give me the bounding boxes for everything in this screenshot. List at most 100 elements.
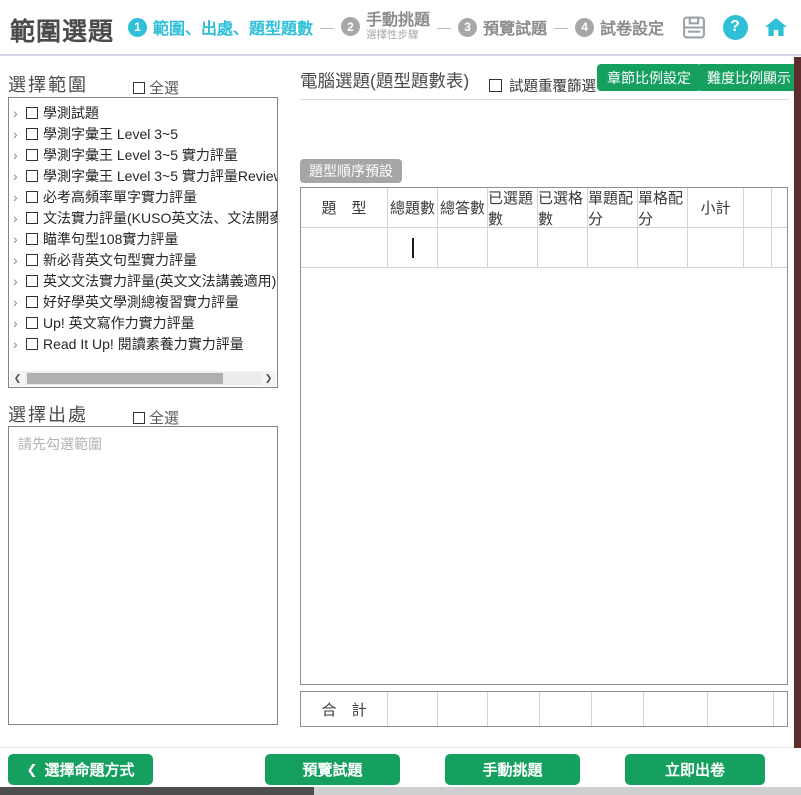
chevron-right-icon[interactable]: › [13, 232, 26, 246]
tree-item-label: 瞄準句型108實力評量 [43, 229, 178, 249]
total-cell [388, 692, 438, 726]
checkbox[interactable] [26, 254, 38, 266]
cell-points-per-blank[interactable] [638, 228, 688, 267]
tree-item[interactable]: › 文法實力評量(KUSO英文法、文法開麥拉 [9, 207, 277, 228]
tree-item[interactable]: › 好好學英文學測總複習實力評量 [9, 291, 277, 312]
chevron-right-icon[interactable]: › [13, 295, 26, 309]
duplicate-filter[interactable]: 試題重覆篩選 [489, 75, 596, 96]
tree-item-label: Up! 英文寫作力實力評量 [43, 313, 195, 333]
total-cell [488, 692, 540, 726]
step-3-label: 預覽試題 [483, 15, 547, 39]
cell-question-type[interactable] [301, 228, 388, 267]
difficulty-ratio-button[interactable]: 難度比例顯示 [697, 64, 801, 91]
range-section-title: 選擇範圍 [8, 71, 88, 97]
source-list[interactable]: 請先勾選範圍 [8, 426, 278, 725]
tree-item[interactable]: › 新必背英文句型實力評量 [9, 249, 277, 270]
tree-item[interactable]: › Read It Up! 閱讀素養力實力評量 [9, 333, 277, 354]
checkbox[interactable] [26, 212, 38, 224]
source-select-all[interactable]: 全選 [133, 407, 179, 428]
chevron-right-icon[interactable]: › [13, 106, 26, 120]
horizontal-scrollbar[interactable]: ❮ ❯ [10, 371, 276, 386]
checkbox[interactable] [26, 275, 38, 287]
source-placeholder: 請先勾選範圍 [18, 434, 268, 454]
chevron-right-icon[interactable]: › [13, 316, 26, 330]
checkbox[interactable] [26, 191, 38, 203]
step-separator: — [554, 19, 568, 35]
range-select-all[interactable]: 全選 [133, 77, 179, 98]
chevron-right-icon[interactable]: › [13, 169, 26, 183]
tree-item[interactable]: › 瞄準句型108實力評量 [9, 228, 277, 249]
tree-item[interactable]: › 學測字彙王 Level 3~5 實力評量Review [9, 165, 277, 186]
scroll-right-icon[interactable]: ❯ [261, 373, 276, 384]
cell-empty [772, 228, 787, 267]
question-order-default-button[interactable]: 題型順序預設 [300, 159, 402, 183]
source-select-all-checkbox[interactable] [133, 412, 145, 424]
total-cell [644, 692, 708, 726]
help-icon[interactable]: ? [722, 14, 748, 40]
header-icons: ? [681, 14, 789, 40]
chevron-right-icon[interactable]: › [13, 337, 26, 351]
cell-selected-questions[interactable] [488, 228, 538, 267]
checkbox[interactable] [26, 233, 38, 245]
tree-item[interactable]: › 學測字彙王 Level 3~5 [9, 123, 277, 144]
col-header-total-questions: 總題數 [388, 188, 438, 227]
cell-total-answers[interactable] [438, 228, 488, 267]
step-2-manual-pick[interactable]: 2 手動挑題 選擇性步驟 [341, 12, 430, 41]
checkbox[interactable] [26, 296, 38, 308]
total-cell [708, 692, 774, 726]
checkbox[interactable] [26, 107, 38, 119]
step-1-number: 1 [128, 18, 147, 37]
step-1-range[interactable]: 1 範圍、出處、題型題數 [128, 15, 313, 39]
tree-item[interactable]: › 學測試題 [9, 102, 277, 123]
total-row: 合 計 [300, 691, 788, 727]
duplicate-filter-checkbox[interactable] [489, 79, 502, 92]
chapter-ratio-button[interactable]: 章節比例設定 [597, 64, 701, 91]
chevron-right-icon[interactable]: › [13, 274, 26, 288]
cell-total-questions-input[interactable] [388, 228, 438, 267]
step-2-number: 2 [341, 17, 360, 36]
step-4-paper-settings[interactable]: 4 試卷設定 [575, 15, 664, 39]
chevron-right-icon[interactable]: › [13, 253, 26, 267]
scrollbar-track[interactable] [25, 372, 261, 385]
checkbox[interactable] [26, 338, 38, 350]
chevron-right-icon[interactable]: › [13, 211, 26, 225]
generate-paper-button[interactable]: 立即出卷 [625, 754, 765, 785]
step-1-label: 範圍、出處、題型題數 [153, 15, 313, 39]
table-header-row: 題 型 總題數 總答數 已選題數 已選格數 單題配分 單格配分 小計 [301, 188, 787, 228]
preview-questions-button[interactable]: 預覽試題 [265, 754, 400, 785]
col-header-subtotal: 小計 [688, 188, 744, 227]
page-scrollbar-thumb[interactable] [0, 787, 314, 795]
col-header-points-per-blank: 單格配分 [638, 188, 688, 227]
computer-selection-title: 電腦選題(題型題數表) [300, 68, 469, 93]
back-button-label: 選擇命題方式 [44, 759, 134, 780]
tree-item[interactable]: › Up! 英文寫作力實力評量 [9, 312, 277, 333]
right-edge-scrollbar[interactable] [794, 57, 801, 748]
cell-subtotal [688, 228, 744, 267]
step-3-preview[interactable]: 3 預覽試題 [458, 15, 547, 39]
table-input-row [301, 228, 787, 268]
tree-item[interactable]: › 英文文法實力評量(英文文法講義適用) [9, 270, 277, 291]
checkbox[interactable] [26, 317, 38, 329]
scroll-left-icon[interactable]: ❮ [10, 373, 25, 384]
save-icon[interactable] [681, 14, 707, 40]
range-select-all-checkbox[interactable] [133, 82, 145, 94]
footer-divider [0, 747, 801, 748]
step-4-number: 4 [575, 18, 594, 37]
chevron-right-icon[interactable]: › [13, 190, 26, 204]
help-glyph: ? [723, 15, 748, 40]
tree-item[interactable]: › 學測字彙王 Level 3~5 實力評量 [9, 144, 277, 165]
page-horizontal-scrollbar[interactable] [0, 787, 801, 795]
back-to-method-button[interactable]: ❮ 選擇命題方式 [8, 754, 153, 785]
home-icon[interactable] [763, 14, 789, 40]
chevron-right-icon[interactable]: › [13, 127, 26, 141]
tree-item-label: 好好學英文學測總複習實力評量 [43, 292, 239, 312]
scrollbar-thumb[interactable] [27, 373, 223, 384]
manual-pick-button[interactable]: 手動挑題 [445, 754, 580, 785]
checkbox[interactable] [26, 149, 38, 161]
cell-selected-blanks[interactable] [538, 228, 588, 267]
chevron-right-icon[interactable]: › [13, 148, 26, 162]
cell-points-per-question[interactable] [588, 228, 638, 267]
checkbox[interactable] [26, 128, 38, 140]
tree-item[interactable]: › 必考高頻率單字實力評量 [9, 186, 277, 207]
checkbox[interactable] [26, 170, 38, 182]
